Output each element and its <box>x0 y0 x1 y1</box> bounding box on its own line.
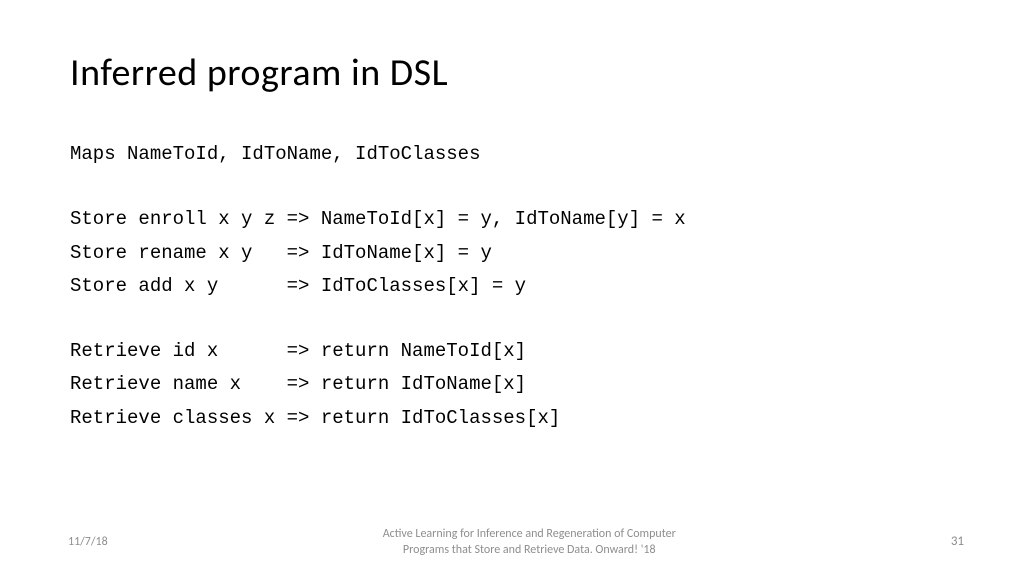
maps-section: Maps NameToId, IdToName, IdToClasses <box>70 138 954 171</box>
slide-title: Inferred program in DSL <box>70 50 954 96</box>
store-enroll: Store enroll x y z => NameToId[x] = y, I… <box>70 203 954 236</box>
footer-ref-line2: Programs that Store and Retrieve Data. O… <box>108 542 951 558</box>
retrieve-id: Retrieve id x => return NameToId[x] <box>70 335 954 368</box>
slide-content: Inferred program in DSL Maps NameToId, I… <box>0 0 1024 435</box>
footer-ref-line1: Active Learning for Inference and Regene… <box>108 526 951 542</box>
code-block: Maps NameToId, IdToName, IdToClasses Sto… <box>70 138 954 435</box>
slide-footer: 11/7/18 Active Learning for Inference an… <box>0 526 1024 558</box>
store-add: Store add x y => IdToClasses[x] = y <box>70 270 954 303</box>
retrieve-name: Retrieve name x => return IdToName[x] <box>70 368 954 401</box>
retrieve-classes: Retrieve classes x => return IdToClasses… <box>70 402 954 435</box>
footer-reference: Active Learning for Inference and Regene… <box>108 526 951 558</box>
maps-declaration: Maps NameToId, IdToName, IdToClasses <box>70 138 954 171</box>
footer-date: 11/7/18 <box>68 535 108 549</box>
store-rename: Store rename x y => IdToName[x] = y <box>70 237 954 270</box>
store-section: Store enroll x y z => NameToId[x] = y, I… <box>70 203 954 303</box>
retrieve-section: Retrieve id x => return NameToId[x] Retr… <box>70 335 954 435</box>
footer-page-number: 31 <box>951 534 964 549</box>
